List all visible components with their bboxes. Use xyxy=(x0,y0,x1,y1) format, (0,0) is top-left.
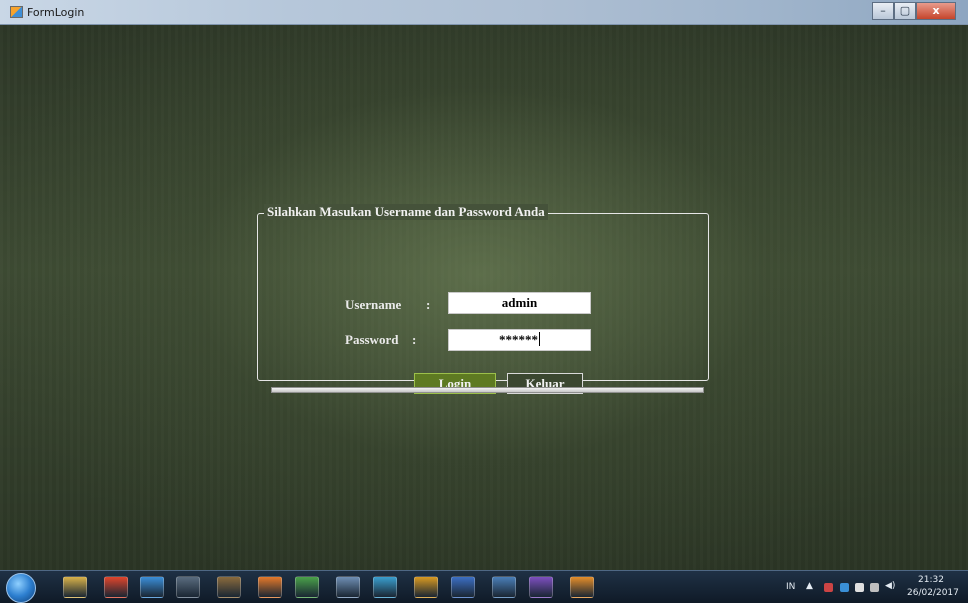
tool-icon[interactable] xyxy=(336,576,360,598)
progress-bar xyxy=(271,387,704,393)
window-controls: – ▢ x xyxy=(872,2,956,20)
sync-tray-icon[interactable] xyxy=(840,583,849,592)
password-field[interactable]: ****** xyxy=(448,329,591,351)
show-hidden-icons-icon[interactable]: ▲ xyxy=(806,581,813,591)
language-indicator[interactable]: IN xyxy=(786,582,795,592)
username-field[interactable]: admin xyxy=(448,292,591,314)
minimize-button[interactable]: – xyxy=(872,2,894,20)
username-value: admin xyxy=(501,295,538,310)
password-label: Password xyxy=(345,332,399,347)
folder-icon[interactable] xyxy=(373,576,397,598)
clock-time[interactable]: 21:32 xyxy=(918,575,944,585)
flag-tray-icon[interactable] xyxy=(855,583,864,592)
password-colon: : xyxy=(412,332,417,347)
clock-date[interactable]: 26/02/2017 xyxy=(907,588,959,598)
group-box-title: Silahkan Masukan Username dan Password A… xyxy=(264,204,548,220)
winform-app-icon[interactable] xyxy=(570,576,594,598)
network-icon[interactable] xyxy=(295,576,319,598)
device-icon[interactable] xyxy=(176,576,200,598)
title-bar: FormLogin – ▢ x xyxy=(0,0,968,25)
device-tray-icon[interactable] xyxy=(870,583,879,592)
start-button[interactable] xyxy=(6,573,36,603)
visual-studio-icon[interactable] xyxy=(529,576,553,598)
username-label: Username xyxy=(345,297,402,312)
music-icon[interactable] xyxy=(414,576,438,598)
window-title: FormLogin xyxy=(27,6,85,19)
file-explorer-icon[interactable] xyxy=(63,576,87,598)
network-tray-icon[interactable] xyxy=(824,583,833,592)
text-caret xyxy=(539,332,540,346)
word-icon[interactable] xyxy=(451,576,475,598)
taskbar: IN ▲ ◀) 21:32 26/02/2017 xyxy=(0,570,968,603)
close-button[interactable]: x xyxy=(916,2,956,20)
volume-icon[interactable]: ◀) xyxy=(885,581,895,591)
username-colon: : xyxy=(426,297,431,312)
calendar-icon[interactable] xyxy=(217,576,241,598)
login-group-box: Silahkan Masukan Username dan Password A… xyxy=(257,204,709,394)
media-player-icon[interactable] xyxy=(140,576,164,598)
form-client-area: Silahkan Masukan Username dan Password A… xyxy=(0,25,968,570)
form-app-icon xyxy=(10,6,23,18)
mi-icon[interactable] xyxy=(104,576,128,598)
maximize-button[interactable]: ▢ xyxy=(894,2,916,20)
app-icon[interactable] xyxy=(492,576,516,598)
password-value: ****** xyxy=(499,332,538,347)
firefox-icon[interactable] xyxy=(258,576,282,598)
